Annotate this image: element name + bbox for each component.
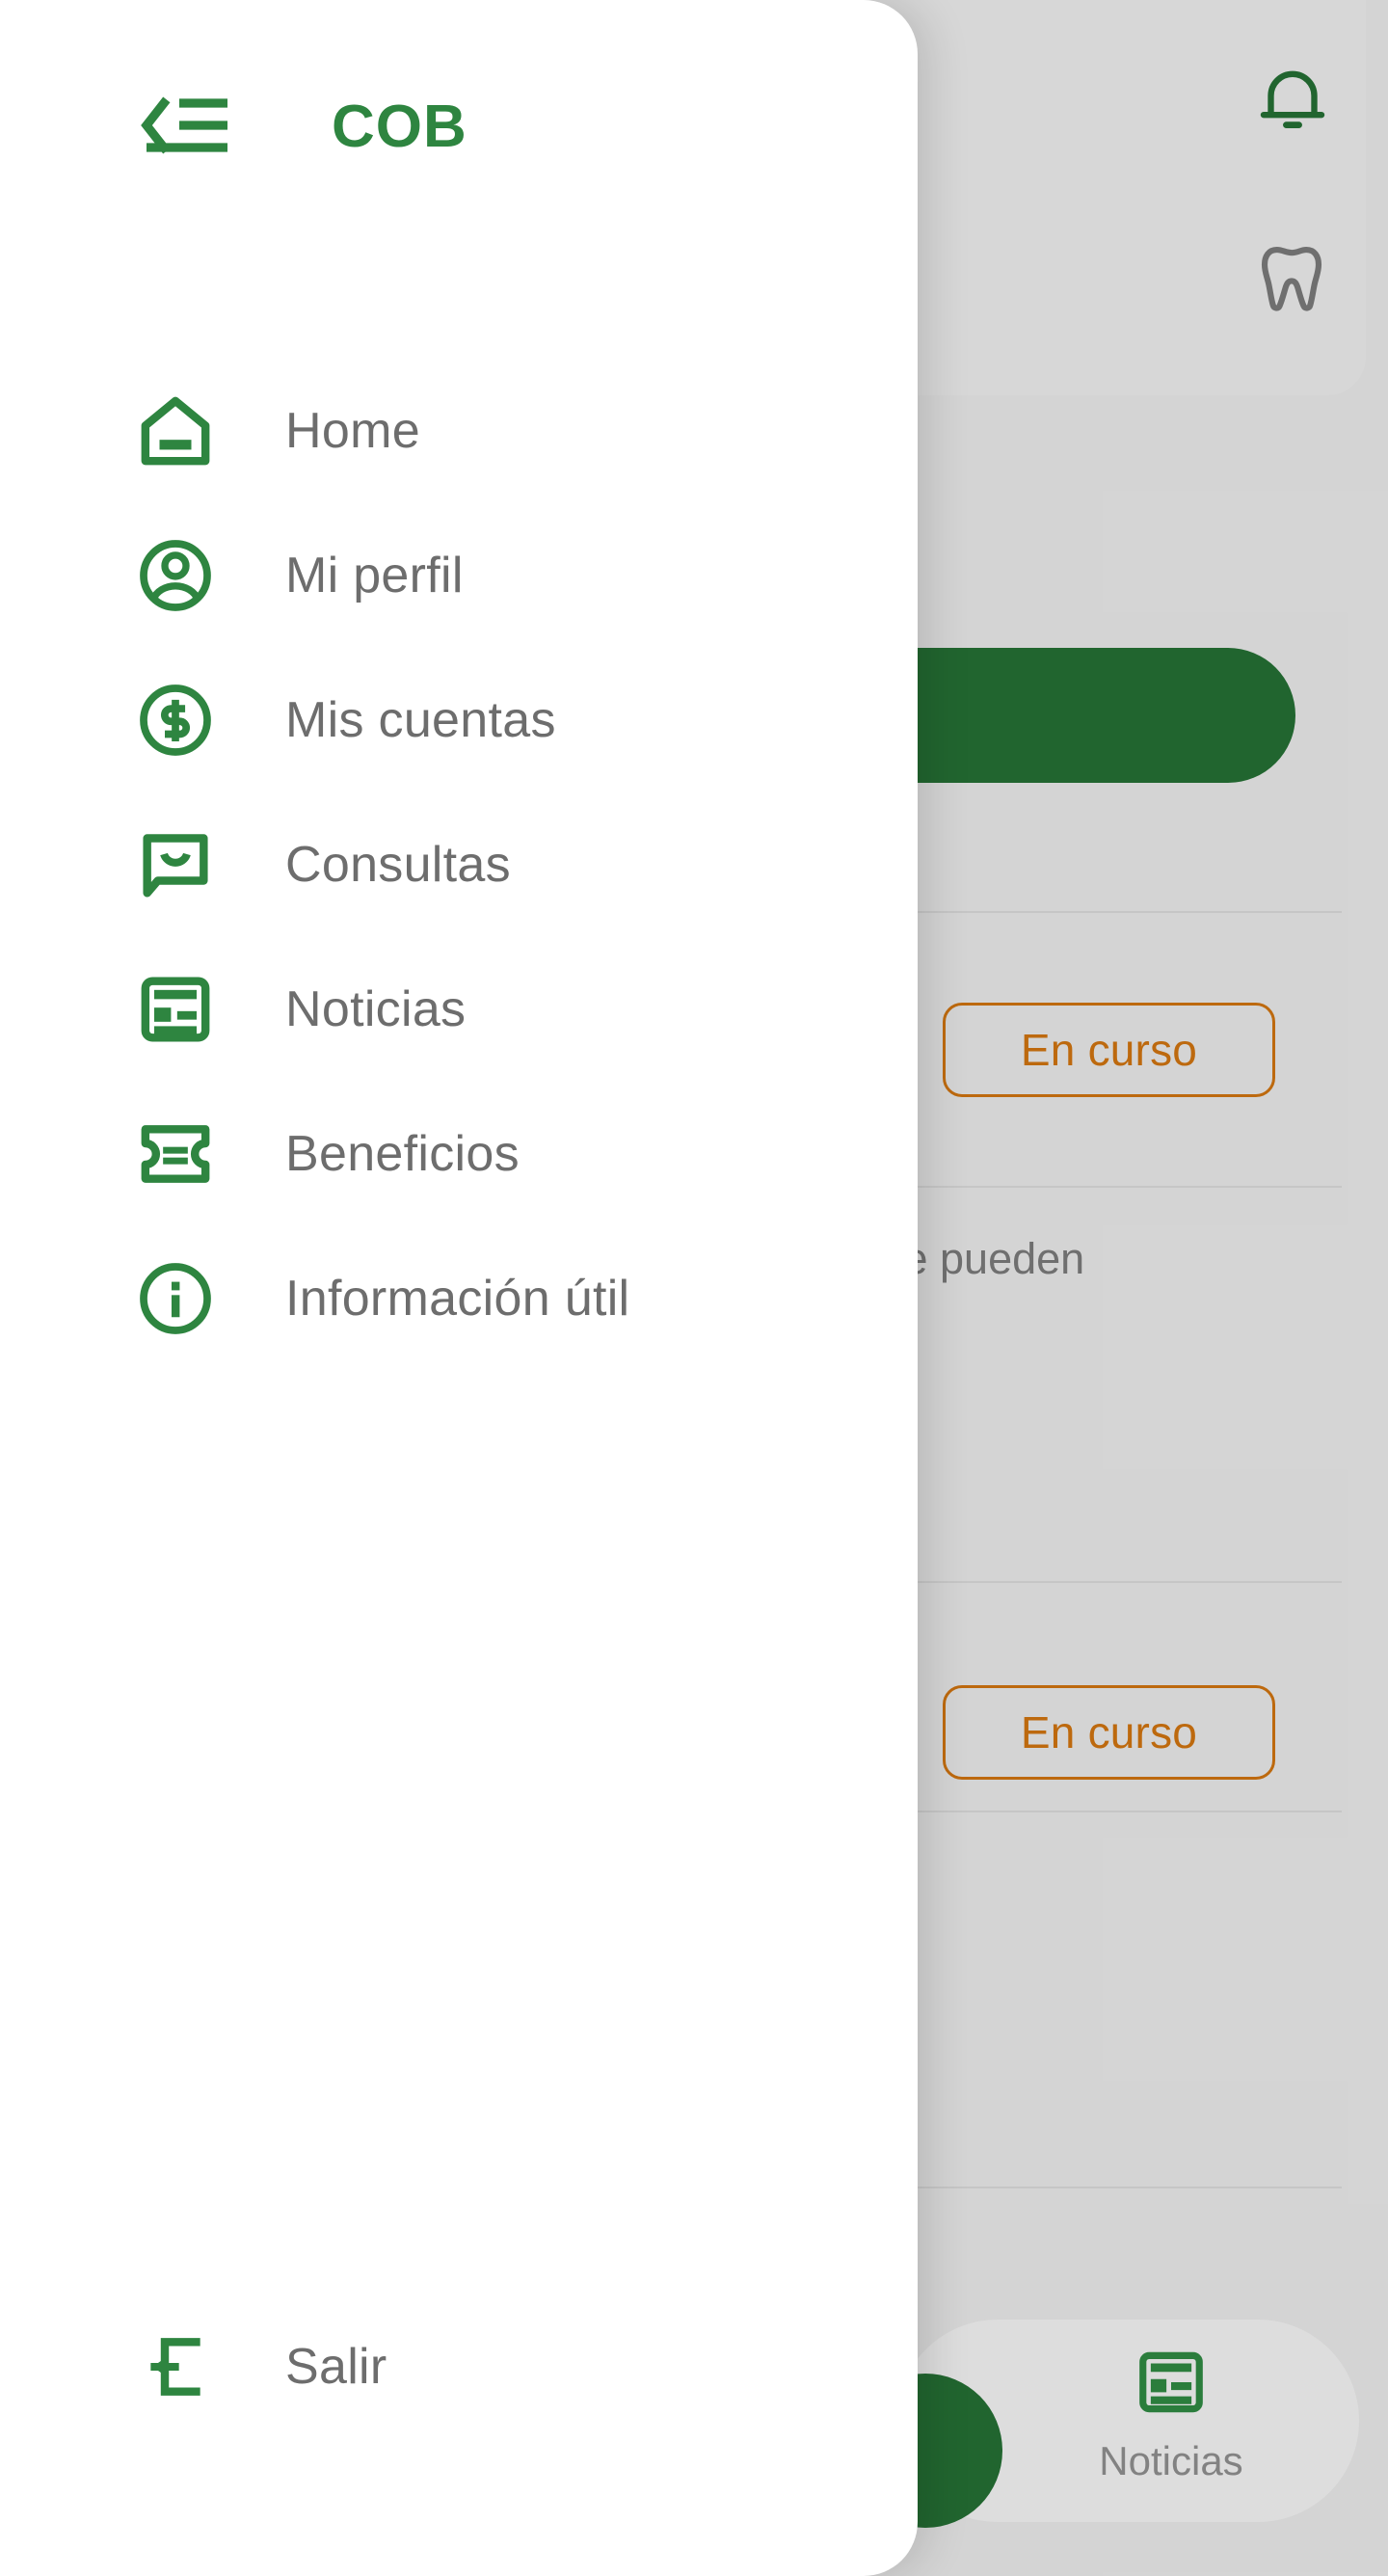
- drawer-item-mi-perfil[interactable]: Mi perfil: [0, 503, 918, 648]
- navigation-drawer: COB Home Mi perfil Mis cuentas Consultas…: [0, 0, 918, 2576]
- drawer-item-label: Noticias: [285, 981, 467, 1037]
- brand-logo: COB: [332, 93, 467, 160]
- drawer-item-label: Beneficios: [285, 1126, 520, 1182]
- drawer-item-label: Home: [285, 403, 420, 459]
- info-circle-icon: [131, 1254, 220, 1343]
- drawer-item-noticias[interactable]: Noticias: [0, 937, 918, 1082]
- drawer-item-label: Consultas: [285, 837, 511, 893]
- logout-icon: [131, 2322, 220, 2411]
- drawer-item-consultas[interactable]: Consultas: [0, 792, 918, 937]
- drawer-menu-list: Home Mi perfil Mis cuentas Consultas Not…: [0, 359, 918, 1371]
- ticket-icon: [131, 1110, 220, 1198]
- drawer-footer: Salir: [0, 2294, 918, 2439]
- dollar-circle-icon: [131, 676, 220, 765]
- drawer-header: COB: [0, 54, 918, 199]
- drawer-item-informacion-util[interactable]: Información útil: [0, 1226, 918, 1371]
- drawer-item-label: Información útil: [285, 1271, 630, 1327]
- drawer-item-mis-cuentas[interactable]: Mis cuentas: [0, 648, 918, 792]
- newspaper-icon: [131, 965, 220, 1054]
- drawer-item-beneficios[interactable]: Beneficios: [0, 1082, 918, 1226]
- account-circle-icon: [131, 531, 220, 620]
- chat-smile-icon: [131, 820, 220, 909]
- drawer-item-label: Mi perfil: [285, 548, 464, 604]
- drawer-item-home[interactable]: Home: [0, 359, 918, 503]
- drawer-item-label: Mis cuentas: [285, 692, 556, 748]
- app-screen: En curso En curso me pueden Noticias COB…: [0, 0, 1388, 2576]
- drawer-item-salir[interactable]: Salir: [0, 2294, 918, 2439]
- collapse-menu-icon[interactable]: [131, 86, 235, 167]
- home-icon: [131, 387, 220, 475]
- drawer-item-label: Salir: [285, 2339, 387, 2395]
